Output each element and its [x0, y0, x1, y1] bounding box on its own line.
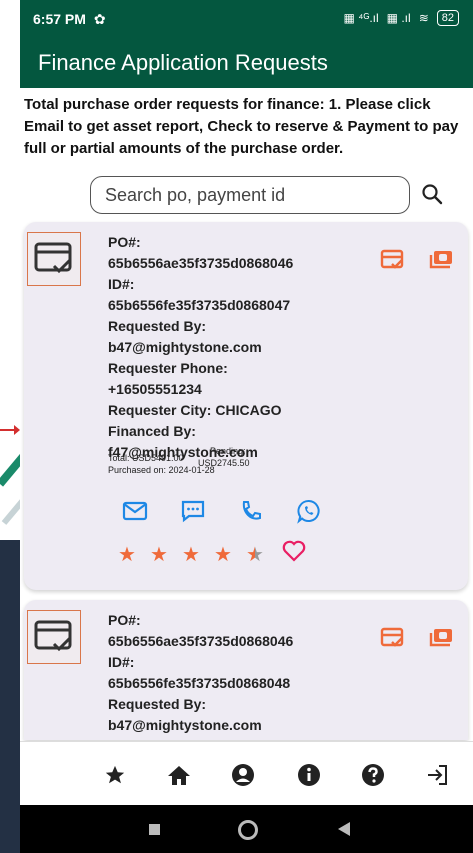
app-bar: Finance Application Requests [20, 38, 473, 88]
settings-gear-icon: ✿ [93, 10, 106, 27]
logout-icon[interactable] [424, 762, 450, 788]
request-details: PO#: 65b6556ae35f3735d0868046 ID#: 65b65… [108, 232, 293, 463]
signal-icon: ▦ .ıl [386, 11, 411, 25]
id-value: 65b6556fe35f3735d0868047 [108, 297, 291, 313]
half-star-icon[interactable]: ★ [244, 542, 266, 567]
signal-icon: ▦ ⁴ᴳ.ıl [343, 11, 379, 25]
back-icon[interactable] [338, 822, 350, 836]
phone-label: Requester Phone: [108, 360, 228, 376]
star-icon[interactable]: ★ [148, 542, 170, 567]
id-label: ID#: [108, 276, 135, 292]
request-details: PO#: 65b6556ae35f3735d0868046 ID#: 65b65… [108, 610, 293, 736]
po-value: 65b6556ae35f3735d0868046 [108, 255, 294, 271]
chat-icon[interactable] [178, 498, 208, 524]
status-bar: 6:57 PM ✿ ▦ ⁴ᴳ.ıl ▦ .ıl ≋ 82 [20, 0, 473, 38]
page-title: Finance Application Requests [38, 50, 328, 75]
total-amount: Total: USD5491.00 [108, 453, 184, 463]
favorite-heart-icon[interactable] [282, 540, 306, 568]
recent-apps-icon[interactable] [149, 824, 160, 835]
status-time: 6:57 PM [33, 11, 86, 27]
phone-screen: 6:57 PM ✿ ▦ ⁴ᴳ.ıl ▦ .ıl ≋ 82 Finance App… [20, 0, 473, 853]
wifi-icon: ≋ [418, 11, 429, 25]
star-icon[interactable]: ★ [212, 542, 234, 567]
phone-icon[interactable] [236, 498, 266, 524]
payment-icon[interactable] [428, 249, 454, 271]
system-navigation-bar [20, 805, 473, 853]
star-icon[interactable]: ★ [180, 542, 202, 567]
requested-by-value: b47@mightystone.com [108, 717, 262, 733]
finance-request-card: PO#: 65b6556ae35f3735d0868046 ID#: 65b65… [24, 600, 468, 740]
search-input[interactable] [91, 177, 409, 213]
phone-value: +16505551234 [108, 381, 202, 397]
pending-amount: USD2745.50 [198, 458, 250, 468]
home-button-icon[interactable] [238, 820, 258, 840]
info-icon[interactable] [296, 762, 322, 788]
email-icon[interactable] [120, 498, 150, 524]
rating-stars: ★ ★ ★ ★ ★ [116, 540, 306, 568]
reserve-check-icon[interactable] [380, 249, 406, 271]
requested-by-label: Requested By: [108, 318, 207, 334]
payment-card-icon [27, 610, 81, 664]
finance-request-card: PO#: 65b6556ae35f3735d0868046 ID#: 65b65… [24, 222, 468, 590]
help-icon[interactable] [360, 762, 386, 788]
id-value: 65b6556fe35f3735d0868048 [108, 675, 291, 691]
account-icon[interactable] [230, 762, 256, 788]
id-label: ID#: [108, 654, 135, 670]
po-value: 65b6556ae35f3735d0868046 [108, 633, 294, 649]
home-icon[interactable] [166, 762, 192, 788]
battery-icon: 82 [436, 10, 459, 26]
pending-label: Pending: [210, 446, 246, 456]
bottom-navigation [20, 741, 473, 806]
intro-text: Total purchase order requests for financ… [24, 96, 459, 157]
reserve-check-icon[interactable] [380, 627, 406, 649]
financed-by-label: Financed By: [108, 423, 196, 439]
pointer-arrow [0, 425, 20, 435]
po-label: PO#: [108, 234, 141, 250]
requested-by-label: Requested By: [108, 696, 207, 712]
star-icon[interactable] [102, 762, 128, 788]
po-label: PO#: [108, 612, 141, 628]
payment-card-icon [27, 232, 81, 286]
payment-icon[interactable] [428, 627, 454, 649]
requested-by-value: b47@mightystone.com [108, 339, 262, 355]
search-icon[interactable] [420, 182, 448, 210]
status-icons: ▦ ⁴ᴳ.ıl ▦ .ıl ≋ 82 [344, 10, 459, 26]
star-icon[interactable]: ★ [116, 542, 138, 567]
contact-actions [120, 498, 324, 524]
whatsapp-icon[interactable] [294, 498, 324, 524]
search-field[interactable] [90, 176, 410, 214]
requester-city: Requester City: CHICAGO [108, 402, 282, 418]
